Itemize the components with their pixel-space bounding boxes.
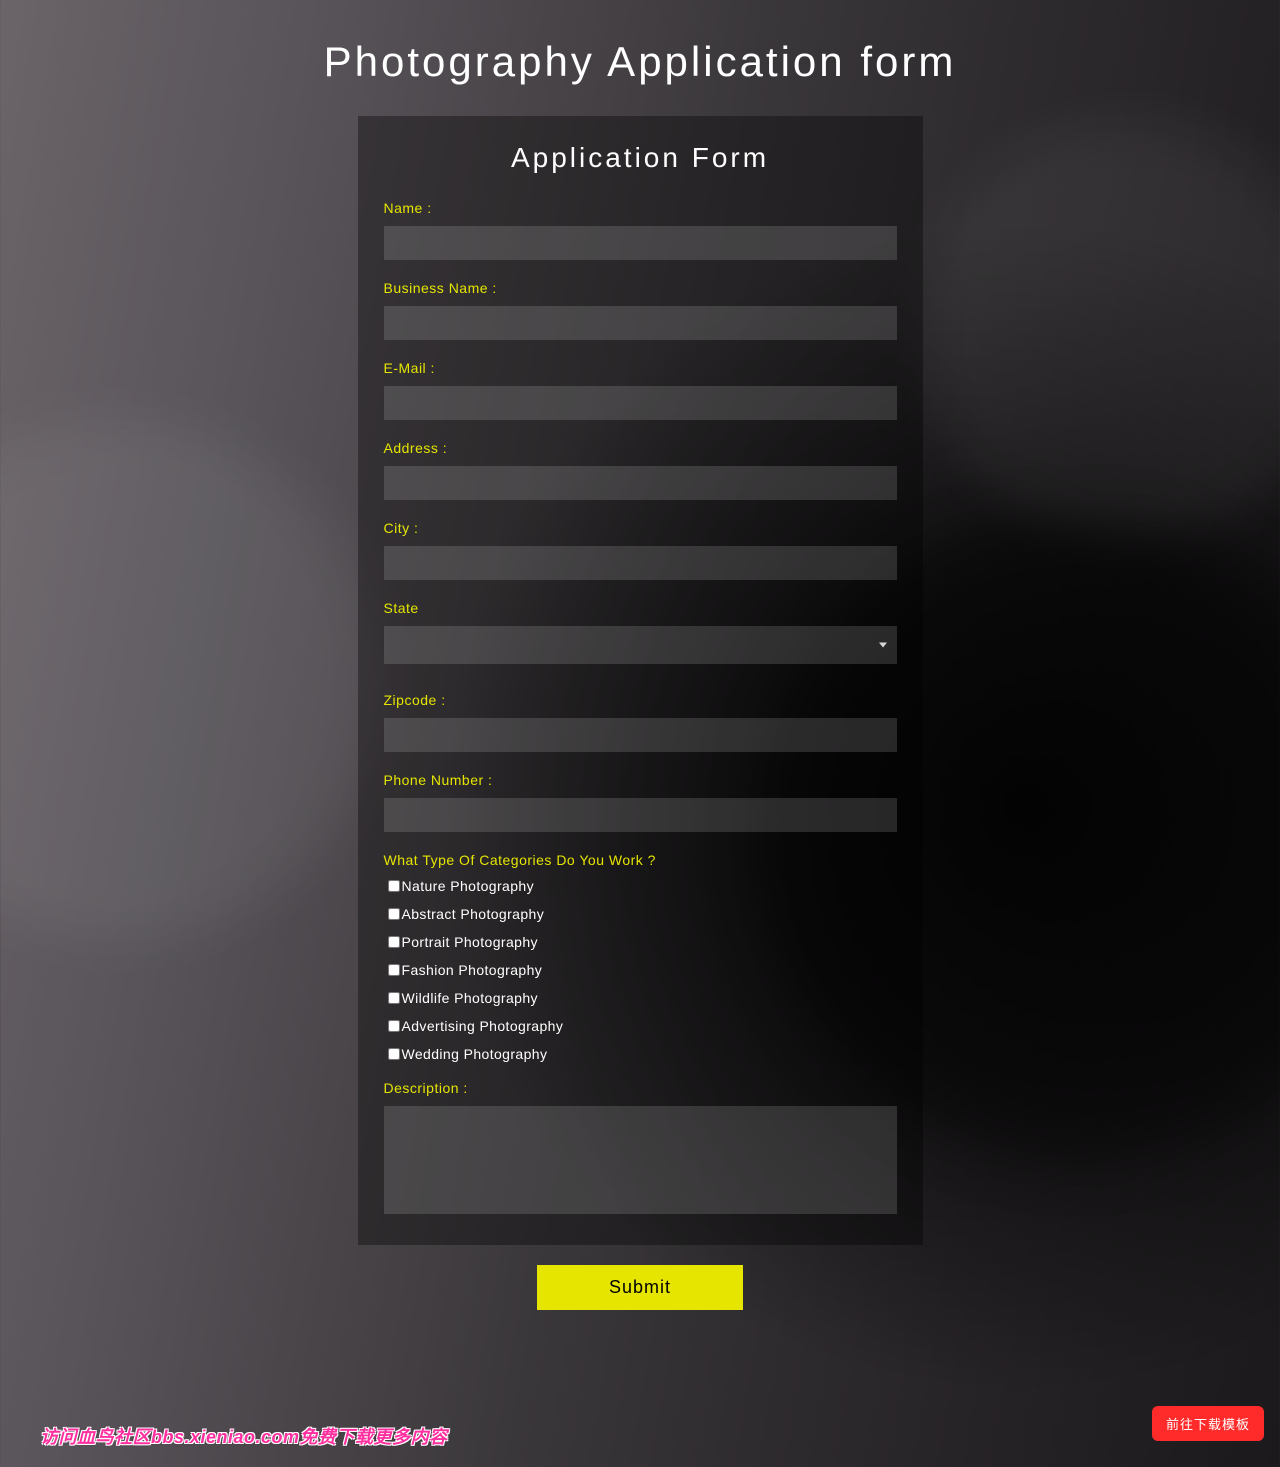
category-text: Fashion Photography — [402, 962, 543, 978]
categories-label: What Type Of Categories Do You Work ? — [384, 852, 897, 868]
city-label: City : — [384, 520, 897, 536]
category-checkbox-nature[interactable] — [388, 880, 400, 892]
category-text: Wedding Photography — [402, 1046, 548, 1062]
category-checkbox-wildlife[interactable] — [388, 992, 400, 1004]
email-input[interactable] — [384, 386, 897, 420]
category-text: Nature Photography — [402, 878, 535, 894]
name-input[interactable] — [384, 226, 897, 260]
category-checkbox-wedding[interactable] — [388, 1048, 400, 1060]
email-label: E-Mail : — [384, 360, 897, 376]
category-checkbox-portrait[interactable] — [388, 936, 400, 948]
state-select-wrap — [384, 626, 897, 664]
category-option[interactable]: Wedding Photography — [388, 1046, 897, 1062]
address-input[interactable] — [384, 466, 897, 500]
category-option[interactable]: Wildlife Photography — [388, 990, 897, 1006]
category-text: Portrait Photography — [402, 934, 538, 950]
category-option[interactable]: Nature Photography — [388, 878, 897, 894]
category-checkbox-fashion[interactable] — [388, 964, 400, 976]
watermark-text: 访问血鸟社区bbs.xieniao.com免费下载更多内容 — [40, 1423, 448, 1449]
background-blur — [920, 120, 1280, 540]
category-option[interactable]: Portrait Photography — [388, 934, 897, 950]
address-label: Address : — [384, 440, 897, 456]
business-name-input[interactable] — [384, 306, 897, 340]
application-form-panel: Application Form Name : Business Name : … — [358, 116, 923, 1245]
name-label: Name : — [384, 200, 897, 216]
submit-button[interactable]: Submit — [537, 1265, 743, 1310]
city-input[interactable] — [384, 546, 897, 580]
state-label: State — [384, 600, 897, 616]
background-blur — [0, 420, 380, 940]
phone-input[interactable] — [384, 798, 897, 832]
category-checkbox-abstract[interactable] — [388, 908, 400, 920]
categories-group: Nature Photography Abstract Photography … — [384, 878, 897, 1062]
business-name-label: Business Name : — [384, 280, 897, 296]
zipcode-label: Zipcode : — [384, 692, 897, 708]
submit-row: Submit — [0, 1265, 1280, 1310]
category-text: Abstract Photography — [402, 906, 545, 922]
category-checkbox-advertising[interactable] — [388, 1020, 400, 1032]
description-label: Description : — [384, 1080, 897, 1096]
category-option[interactable]: Fashion Photography — [388, 962, 897, 978]
download-template-button[interactable]: 前往下载模板 — [1152, 1406, 1264, 1441]
form-heading: Application Form — [384, 142, 897, 174]
category-option[interactable]: Advertising Photography — [388, 1018, 897, 1034]
category-text: Advertising Photography — [402, 1018, 564, 1034]
category-option[interactable]: Abstract Photography — [388, 906, 897, 922]
zipcode-input[interactable] — [384, 718, 897, 752]
state-select[interactable] — [384, 626, 897, 664]
phone-label: Phone Number : — [384, 772, 897, 788]
description-textarea[interactable] — [384, 1106, 897, 1214]
page-title: Photography Application form — [0, 0, 1280, 116]
category-text: Wildlife Photography — [402, 990, 538, 1006]
